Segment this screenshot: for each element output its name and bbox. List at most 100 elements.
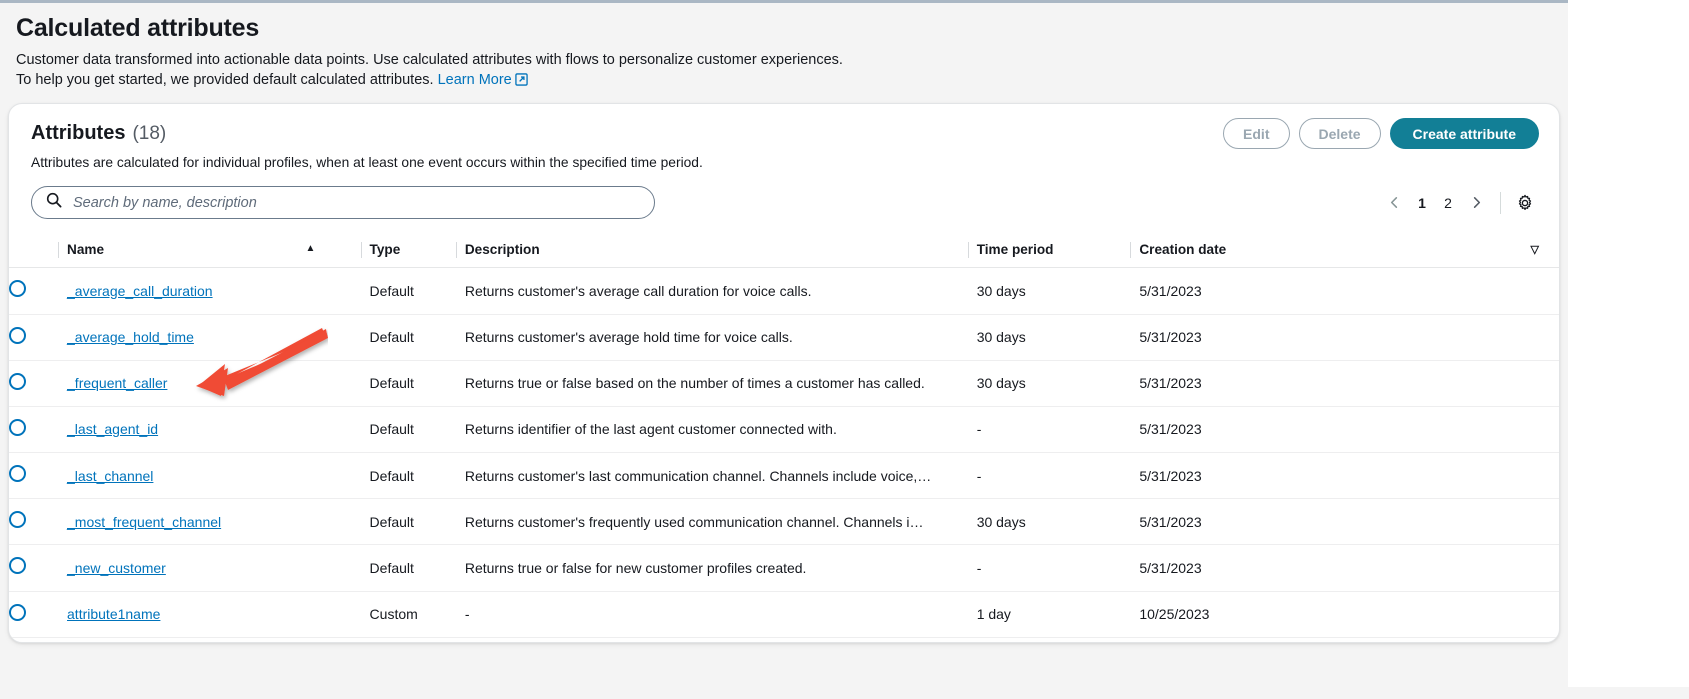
search-box[interactable] <box>31 186 655 219</box>
row-time-period-cell: 30 days <box>977 360 1140 406</box>
row-select-cell[interactable] <box>9 360 67 406</box>
row-creation-date-cell: 10/25/2023 <box>1139 591 1559 637</box>
search-icon <box>46 192 62 213</box>
table-row[interactable]: _average_call_duration Default Returns c… <box>9 268 1559 314</box>
search-input[interactable] <box>71 194 640 212</box>
table-row[interactable]: _average_hold_time Default Returns custo… <box>9 314 1559 360</box>
row-radio-button[interactable] <box>9 511 26 528</box>
learn-more-link[interactable]: Learn More <box>438 72 528 88</box>
row-description-cell: Returns customer's average hold time for… <box>465 314 977 360</box>
attribute-name-link[interactable]: attribute1name <box>67 606 160 622</box>
row-name-cell[interactable]: _frequent_caller <box>67 360 370 406</box>
pagination-page-1[interactable]: 1 <box>1410 189 1434 217</box>
row-select-cell[interactable] <box>9 637 67 643</box>
row-creation-date-cell: 5/31/2023 <box>1139 406 1559 452</box>
pagination-next-button[interactable] <box>1462 189 1490 217</box>
pagination-page-2[interactable]: 2 <box>1436 189 1460 217</box>
attribute-name-link[interactable]: _frequent_caller <box>67 375 167 391</box>
row-description-cell: - <box>465 637 977 643</box>
column-header-type[interactable]: ▲ Type <box>370 233 465 268</box>
row-description-cell: Returns identifier of the last agent cus… <box>465 406 977 452</box>
table-row[interactable]: _last_channel Default Returns customer's… <box>9 453 1559 499</box>
row-radio-button[interactable] <box>9 419 26 436</box>
pagination-divider <box>1500 192 1501 214</box>
row-select-cell[interactable] <box>9 406 67 452</box>
learn-more-label: Learn More <box>438 72 512 88</box>
row-type-cell: Default <box>370 360 465 406</box>
row-creation-date-cell: 5/31/2023 <box>1139 268 1559 314</box>
card-title: Attributes <box>31 122 125 145</box>
table-row[interactable]: _frequent_caller Default Returns true or… <box>9 360 1559 406</box>
row-type-cell: Default <box>370 406 465 452</box>
column-header-description[interactable]: Description <box>465 233 977 268</box>
row-creation-date-cell: 5/31/2023 <box>1139 453 1559 499</box>
row-name-cell[interactable]: _new_customer <box>67 545 370 591</box>
row-radio-button[interactable] <box>9 604 26 621</box>
attribute-name-link[interactable]: _average_call_duration <box>67 283 213 299</box>
row-radio-button[interactable] <box>9 557 26 574</box>
attribute-name-link[interactable]: _most_frequent_channel <box>67 514 221 530</box>
page-right-margin <box>1568 0 1689 699</box>
attribute-name-link[interactable]: _new_customer <box>67 560 166 576</box>
row-time-period-cell: - <box>977 406 1140 452</box>
table-tools-row: 1 2 <box>9 186 1559 224</box>
row-select-cell[interactable] <box>9 453 67 499</box>
row-type-cell: Default <box>370 499 465 545</box>
row-time-period-cell: - <box>977 453 1140 499</box>
header-separator <box>1130 242 1131 258</box>
column-header-name-label: Name <box>67 242 104 257</box>
table-row[interactable]: _most_frequent_channel Default Returns c… <box>9 499 1559 545</box>
row-name-cell[interactable]: _average_hold_time <box>67 314 370 360</box>
edit-button[interactable]: Edit <box>1223 118 1289 149</box>
row-name-cell[interactable]: _average_call_duration <box>67 268 370 314</box>
row-radio-button[interactable] <box>9 373 26 390</box>
column-header-time-period[interactable]: Time period <box>977 233 1140 268</box>
header-separator <box>968 242 969 258</box>
table-row[interactable]: _new_customer Default Returns true or fa… <box>9 545 1559 591</box>
page-description-line1: Customer data transformed into actionabl… <box>16 52 843 68</box>
header-separator <box>361 242 362 258</box>
row-select-cell[interactable] <box>9 545 67 591</box>
table-row[interactable]: average_customer_service_time Custom - 2… <box>9 637 1559 643</box>
row-time-period-cell: 30 days <box>977 499 1140 545</box>
row-description-cell: Returns customer's average call duration… <box>465 268 977 314</box>
attribute-name-link[interactable]: _average_hold_time <box>67 329 194 345</box>
row-creation-date-cell: 11/15/2023 <box>1139 637 1559 643</box>
row-type-cell: Default <box>370 453 465 499</box>
table-body: _average_call_duration Default Returns c… <box>9 268 1559 643</box>
table-row[interactable]: _last_agent_id Default Returns identifie… <box>9 406 1559 452</box>
attribute-name-link[interactable]: _last_channel <box>67 468 153 484</box>
row-creation-date-cell: 5/31/2023 <box>1139 545 1559 591</box>
gear-icon[interactable] <box>1511 189 1539 217</box>
header-separator <box>58 242 59 258</box>
delete-button[interactable]: Delete <box>1299 118 1381 149</box>
row-type-cell: Default <box>370 268 465 314</box>
column-header-creation-date[interactable]: Creation date ▽ <box>1139 233 1559 268</box>
attribute-name-link[interactable]: _last_agent_id <box>67 421 158 437</box>
column-header-name[interactable]: Name <box>67 233 370 268</box>
caret-down-icon[interactable]: ▽ <box>1531 243 1539 256</box>
row-select-cell[interactable] <box>9 268 67 314</box>
row-select-cell[interactable] <box>9 499 67 545</box>
attributes-card: Attributes (18) Attributes are calculate… <box>8 103 1560 643</box>
page-description-line2-wrap: To help you get started, we provided def… <box>16 70 1552 93</box>
row-time-period-cell: - <box>977 545 1140 591</box>
row-name-cell[interactable]: _most_frequent_channel <box>67 499 370 545</box>
row-select-cell[interactable] <box>9 591 67 637</box>
row-radio-button[interactable] <box>9 465 26 482</box>
row-type-cell: Default <box>370 545 465 591</box>
row-type-cell: Default <box>370 314 465 360</box>
row-name-cell[interactable]: attribute1name <box>67 591 370 637</box>
row-name-cell[interactable]: _last_channel <box>67 453 370 499</box>
row-radio-button[interactable] <box>9 327 26 344</box>
create-attribute-button[interactable]: Create attribute <box>1390 118 1539 149</box>
table-row[interactable]: attribute1name Custom - 1 day 10/25/2023 <box>9 591 1559 637</box>
row-select-cell[interactable] <box>9 314 67 360</box>
row-name-cell[interactable]: _last_agent_id <box>67 406 370 452</box>
row-description-cell: Returns customer's frequently used commu… <box>465 499 977 545</box>
table-head: Name ▲ Type Description Time perio <box>9 233 1559 268</box>
row-radio-button[interactable] <box>9 280 26 297</box>
pagination-prev-button[interactable] <box>1380 189 1408 217</box>
row-time-period-cell: 30 days <box>977 268 1140 314</box>
row-name-cell[interactable]: average_customer_service_time <box>67 637 370 643</box>
